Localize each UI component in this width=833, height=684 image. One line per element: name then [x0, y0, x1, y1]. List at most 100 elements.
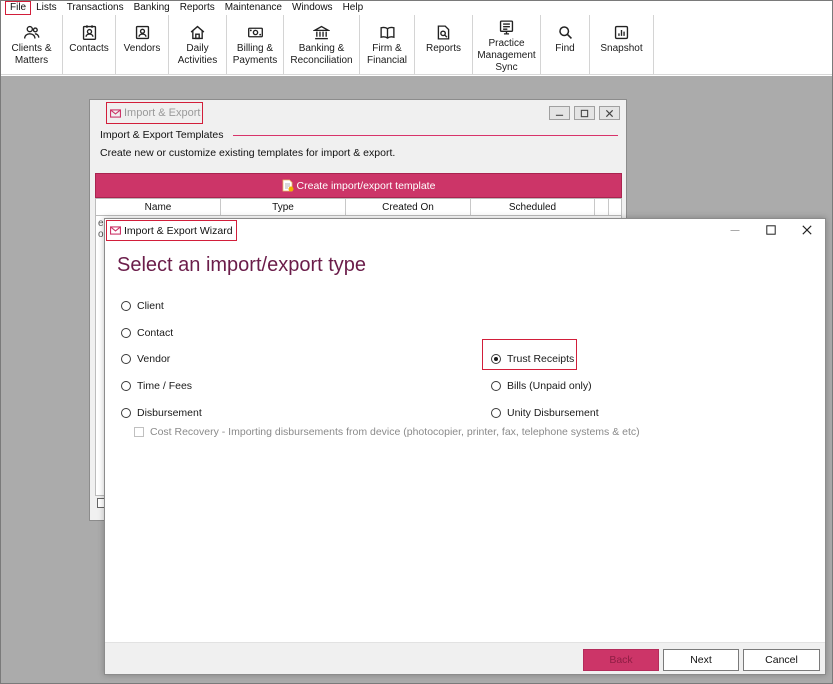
wizard-maximize-button[interactable]: [753, 219, 789, 241]
banking-reconciliation-label: Banking & Reconciliation: [290, 43, 353, 66]
envelope-icon: [110, 226, 121, 235]
option-vendor[interactable]: Vendor: [121, 353, 170, 365]
option-disbursement-label: Disbursement: [137, 407, 202, 419]
menu-banking[interactable]: Banking: [129, 1, 175, 15]
menu-bar: File Lists Transactions Banking Reports …: [1, 1, 832, 15]
billing-payments-button[interactable]: Billing & Payments: [227, 15, 284, 74]
column-header-spacer: [609, 199, 621, 215]
menu-help[interactable]: Help: [338, 1, 369, 15]
wizard-close-button[interactable]: [789, 219, 825, 241]
radio-unity-disbursement[interactable]: [491, 408, 501, 418]
wizard-heading: Select an import/export type: [117, 254, 367, 276]
close-icon: [605, 109, 614, 117]
main-toolbar: Clients & Matters Contacts Vendors Daily…: [1, 15, 832, 75]
billing-payments-label: Billing & Payments: [232, 43, 278, 66]
reports-button[interactable]: Reports: [415, 15, 473, 74]
option-cost-recovery[interactable]: Cost Recovery - Importing disbursements …: [134, 426, 640, 438]
next-button[interactable]: Next: [663, 649, 739, 671]
wizard-title: Import & Export Wizard: [124, 224, 233, 237]
users-icon: [23, 23, 41, 41]
option-time-fees[interactable]: Time / Fees: [121, 380, 192, 392]
menu-file[interactable]: File: [5, 1, 32, 15]
find-label: Find: [555, 43, 575, 54]
clients-matters-label: Clients & Matters: [11, 43, 52, 66]
create-template-label: Create import/export template: [296, 179, 436, 192]
import-export-wizard: Import & Export Wizard Select an import/…: [104, 218, 826, 675]
close-button[interactable]: [599, 106, 620, 120]
snapshot-label: Snapshot: [600, 43, 643, 54]
book-icon: [378, 23, 396, 41]
menu-windows[interactable]: Windows: [287, 1, 338, 15]
option-client[interactable]: Client: [121, 300, 164, 312]
menu-lists[interactable]: Lists: [31, 1, 62, 15]
option-disbursement[interactable]: Disbursement: [121, 407, 202, 419]
daily-activities-button[interactable]: Daily Activities: [169, 15, 227, 74]
firm-financial-label: Firm & Financial: [366, 43, 408, 66]
wizard-minimize-button[interactable]: [717, 219, 753, 241]
house-icon: [189, 23, 207, 41]
close-icon: [802, 225, 812, 235]
snapshot-button[interactable]: Snapshot: [590, 15, 654, 74]
templates-grid-header: Name Type Created On Scheduled: [95, 198, 622, 216]
import-export-titlebar[interactable]: Import & Export: [90, 100, 626, 124]
menu-reports[interactable]: Reports: [175, 1, 220, 15]
radio-vendor[interactable]: [121, 354, 131, 364]
column-header-name[interactable]: Name: [96, 199, 221, 215]
radio-contact[interactable]: [121, 328, 131, 338]
column-header-type[interactable]: Type: [221, 199, 346, 215]
maximize-button[interactable]: [574, 106, 595, 120]
search-icon: [556, 23, 574, 41]
minimize-button[interactable]: [549, 106, 570, 120]
find-button[interactable]: Find: [541, 15, 590, 74]
wizard-footer: Back Next Cancel: [105, 642, 825, 674]
option-unity-disbursement[interactable]: Unity Disbursement: [491, 407, 599, 419]
radio-client[interactable]: [121, 301, 131, 311]
wizard-title-box: Import & Export Wizard: [106, 220, 237, 241]
row-fragment-text-1: e: [98, 218, 104, 229]
option-bills-unpaid[interactable]: Bills (Unpaid only): [491, 380, 592, 392]
clients-matters-button[interactable]: Clients & Matters: [1, 15, 63, 74]
envelope-icon: [110, 108, 121, 118]
vendors-button[interactable]: Vendors: [116, 15, 169, 74]
banking-reconciliation-button[interactable]: Banking & Reconciliation: [284, 15, 360, 74]
option-trust-receipts[interactable]: Trust Receipts: [491, 353, 574, 365]
section-divider: [232, 135, 618, 136]
column-header-created-on[interactable]: Created On: [346, 199, 471, 215]
table-row[interactable]: e o: [98, 218, 104, 240]
templates-section-header: Import & Export Templates: [100, 127, 618, 143]
menu-maintenance[interactable]: Maintenance: [220, 1, 287, 15]
report-icon: [435, 23, 453, 41]
firm-financial-button[interactable]: Firm & Financial: [360, 15, 415, 74]
maximize-icon: [580, 109, 589, 117]
maximize-icon: [766, 225, 776, 235]
minimize-icon: [555, 114, 564, 116]
option-client-label: Client: [137, 300, 164, 312]
option-vendor-label: Vendor: [137, 353, 171, 365]
radio-bills-unpaid[interactable]: [491, 381, 501, 391]
menu-transactions[interactable]: Transactions: [62, 1, 129, 15]
back-button[interactable]: Back: [583, 649, 659, 671]
import-export-window-controls: [545, 106, 620, 120]
radio-disbursement[interactable]: [121, 408, 131, 418]
radio-time-fees[interactable]: [121, 381, 131, 391]
option-trust-receipts-label: Trust Receipts: [507, 353, 575, 365]
create-template-button[interactable]: Create import/export template: [95, 173, 622, 198]
wizard-titlebar[interactable]: Import & Export Wizard: [105, 219, 825, 241]
column-header-scheduled[interactable]: Scheduled: [471, 199, 595, 215]
column-header-extra: [595, 199, 609, 215]
radio-trust-receipts[interactable]: [491, 354, 501, 364]
templates-section-title: Import & Export Templates: [100, 129, 224, 141]
templates-description: Create new or customize existing templat…: [100, 147, 396, 159]
cancel-button[interactable]: Cancel: [743, 649, 820, 671]
checkbox-cost-recovery[interactable]: [134, 427, 144, 437]
new-document-icon: [282, 179, 294, 192]
practice-management-sync-button[interactable]: Practice Management Sync: [473, 15, 541, 74]
row-fragment-text-2: o: [98, 229, 104, 240]
practice-management-sync-label: Practice Management Sync: [477, 38, 536, 73]
money-icon: [246, 23, 264, 41]
option-contact[interactable]: Contact: [121, 327, 173, 339]
option-contact-label: Contact: [137, 327, 174, 339]
minimize-icon: [730, 230, 740, 231]
contacts-label: Contacts: [69, 43, 109, 54]
contacts-button[interactable]: Contacts: [63, 15, 116, 74]
